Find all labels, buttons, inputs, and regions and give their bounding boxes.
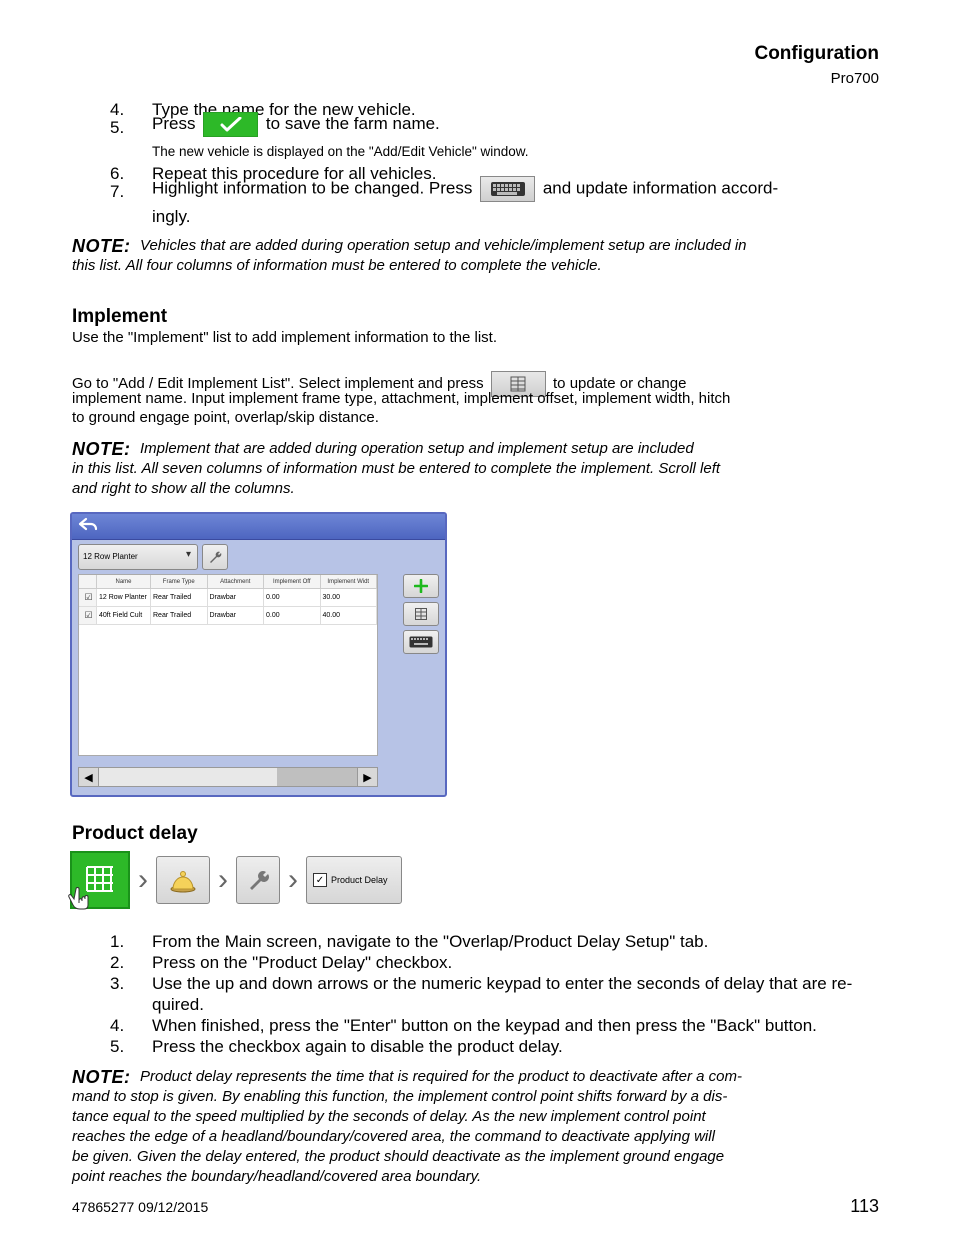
pd-note-b: mand to stop is given. By enabling this …	[72, 1086, 727, 1108]
pd-note-e: be given. Given the delay entered, the p…	[72, 1146, 724, 1168]
implement-window: 12 Row Planter Current Implement Frame T…	[70, 512, 447, 797]
pd-note-d: reaches the edge of a headland/boundary/…	[72, 1126, 715, 1148]
row-checkbox[interactable]	[84, 610, 92, 621]
footer-left: 47865277 09/12/2015	[72, 1197, 208, 1217]
add-row-button[interactable]	[403, 574, 439, 598]
pd-step5: Press the checkbox again to disable the …	[152, 1035, 563, 1060]
table-row[interactable]: 40ft Field Cult Rear Trailed Drawbar 0.0…	[79, 607, 377, 625]
note1-line-a: Vehicles that are added during operation…	[140, 235, 747, 257]
current-implement-dropdown[interactable]: 12 Row Planter	[78, 544, 198, 570]
chevron-right-icon: ›	[138, 863, 148, 897]
col-frame-type: Frame Type	[151, 575, 208, 589]
ok-button-icon	[203, 112, 258, 137]
page-number: 113	[850, 1193, 879, 1219]
step7a-suffix: and update information accord-	[543, 178, 778, 197]
chevron-right-icon: ›	[288, 863, 298, 897]
navigation-path: › › › ✓ Product Delay	[70, 850, 402, 910]
pd-step5-num: 5.	[110, 1035, 124, 1060]
toolbox-tab-button[interactable]	[156, 856, 210, 904]
dropdown-value: 12 Row Planter	[83, 552, 138, 561]
table-edit-button[interactable]	[403, 602, 439, 626]
impl-note-c: and right to show all the columns.	[72, 478, 295, 500]
row-checkbox[interactable]	[84, 592, 92, 603]
section-header: Configuration	[754, 40, 879, 68]
step5a-prefix: Press	[152, 114, 200, 133]
step7-num: 7.	[110, 180, 124, 205]
keyboard-icon	[480, 176, 535, 202]
pd-step3a: Use the up and down arrows or the numeri…	[152, 972, 852, 997]
keyboard-button[interactable]	[403, 630, 439, 654]
col-offset: Implement Off	[264, 575, 321, 589]
horizontal-scrollbar[interactable]: ◀ ▶	[78, 767, 378, 787]
step5b: The new vehicle is displayed on the "Add…	[152, 142, 529, 162]
setup-wrench-button[interactable]	[236, 856, 280, 904]
checkbox-icon: ✓	[313, 873, 327, 887]
col-attachment: Attachment	[208, 575, 265, 589]
undo-button[interactable]	[78, 516, 106, 536]
product-delay-option[interactable]: ✓ Product Delay	[306, 856, 402, 904]
impl-note-b: in this list. All seven columns of infor…	[72, 458, 720, 480]
chevron-right-icon: ›	[218, 863, 228, 897]
product-delay-title: Product delay	[72, 820, 198, 848]
pd-note-f: point reaches the boundary/headland/cove…	[72, 1166, 481, 1188]
implement-grid[interactable]: Name Frame Type Attachment Implement Off…	[78, 574, 378, 756]
hand-pointer-icon	[62, 881, 96, 915]
step5-num: 5.	[110, 116, 124, 141]
pd-note-c: tance equal to the speed multiplied by t…	[72, 1106, 706, 1128]
note1-line-b: this list. All four columns of informati…	[72, 255, 602, 277]
pd-note-a: Product delay represents the time that i…	[140, 1066, 742, 1088]
window-titlebar	[72, 514, 445, 540]
col-width: Implement Widt	[321, 575, 378, 589]
product-delay-label: Product Delay	[331, 875, 388, 885]
step7b: ingly.	[152, 205, 190, 230]
scroll-left-icon[interactable]: ◀	[79, 768, 99, 786]
col-name: Name	[97, 575, 151, 589]
pd-step3-num: 3.	[110, 972, 124, 997]
step7a-prefix: Highlight information to be changed. Pre…	[152, 178, 477, 197]
section-sub: Pro700	[754, 68, 879, 90]
impl-p2c: to ground engage point, overlap/skip dis…	[72, 407, 379, 429]
main-menu-button[interactable]	[70, 851, 130, 909]
step5a-suffix: to save the farm name.	[266, 114, 440, 133]
scroll-right-icon[interactable]: ▶	[357, 768, 377, 786]
table-row[interactable]: 12 Row Planter Rear Trailed Drawbar 0.00…	[79, 589, 377, 607]
settings-wrench-button[interactable]	[202, 544, 228, 570]
impl-note-a: Implement that are added during operatio…	[140, 438, 694, 460]
